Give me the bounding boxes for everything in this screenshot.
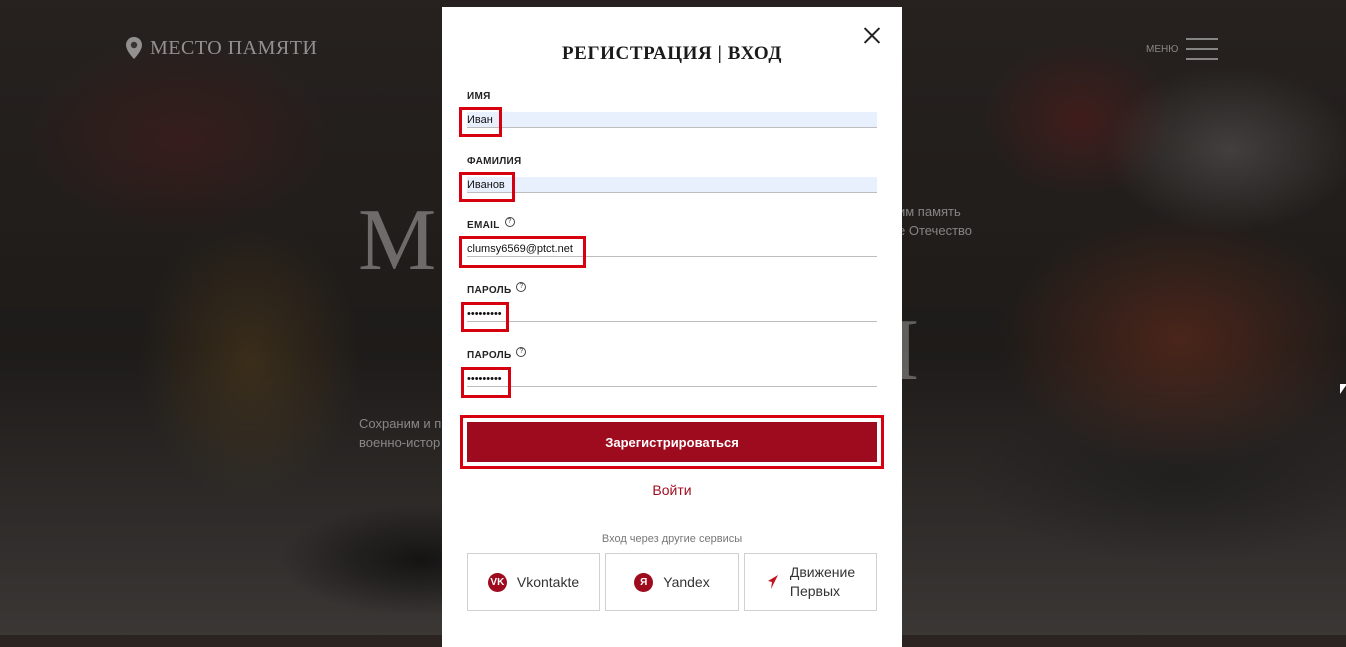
login-link[interactable]: Войти: [442, 482, 902, 498]
mouse-cursor-icon: [1340, 384, 1346, 394]
vk-icon: VK: [487, 572, 507, 592]
hero-tagline-right: им память е Отечество: [898, 204, 973, 238]
help-icon[interactable]: ?: [504, 216, 515, 227]
site-title: МЕСТО ПАМЯТИ: [150, 36, 318, 59]
vkontakte-login-button[interactable]: VK Vkontakte: [467, 553, 600, 611]
hamburger-icon: [1186, 38, 1219, 60]
close-icon[interactable]: [862, 25, 882, 45]
first-name-input[interactable]: [467, 112, 877, 128]
email-input[interactable]: [467, 241, 877, 257]
password-field: ПАРОЛЬ ?: [467, 281, 877, 322]
dvizhenie-pervykh-label: Движение Первых: [789, 564, 856, 599]
other-services-label: Вход через другие сервисы: [601, 533, 743, 545]
first-name-label: ИМЯ: [467, 91, 491, 102]
yandex-icon: Я: [634, 572, 654, 592]
menu-label: МЕНЮ: [1146, 43, 1179, 55]
modal-title: РЕГИСТРАЦИЯ | ВХОД: [561, 43, 783, 64]
site-menu-button: МЕНЮ: [1146, 38, 1219, 60]
register-button[interactable]: Зарегистрироваться: [467, 422, 877, 462]
password-confirm-input[interactable]: [467, 371, 877, 387]
password-input[interactable]: [467, 306, 877, 322]
password-confirm-field: ПАРОЛЬ ?: [467, 346, 877, 387]
help-icon[interactable]: ?: [516, 281, 527, 292]
help-icon[interactable]: ?: [516, 346, 527, 357]
registration-modal: РЕГИСТРАЦИЯ | ВХОД ИМЯ ФАМИЛИЯ EMAIL ? П…: [442, 7, 902, 647]
hero-title-fragment-left: М: [358, 192, 437, 289]
site-logo: МЕСТО ПАМЯТИ: [124, 36, 317, 60]
location-pin-icon: [126, 37, 142, 59]
yandex-label: Yandex: [663, 574, 710, 590]
first-name-field: ИМЯ: [467, 91, 877, 128]
email-field: EMAIL ?: [467, 216, 877, 257]
last-name-field: ФАМИЛИЯ: [467, 156, 877, 193]
dvizhenie-pervykh-login-button[interactable]: Движение Первых: [744, 553, 877, 611]
password-label: ПАРОЛЬ ?: [467, 281, 877, 296]
vkontakte-label: Vkontakte: [516, 574, 580, 590]
email-label: EMAIL ?: [467, 216, 877, 231]
arrow-icon: [767, 575, 778, 589]
last-name-label: ФАМИЛИЯ: [467, 156, 522, 167]
hero-description-left: Сохраним и п военно-истор: [359, 416, 442, 450]
last-name-input[interactable]: [467, 177, 877, 193]
password-confirm-label: ПАРОЛЬ ?: [467, 346, 877, 361]
yandex-login-button[interactable]: Я Yandex: [605, 553, 739, 611]
